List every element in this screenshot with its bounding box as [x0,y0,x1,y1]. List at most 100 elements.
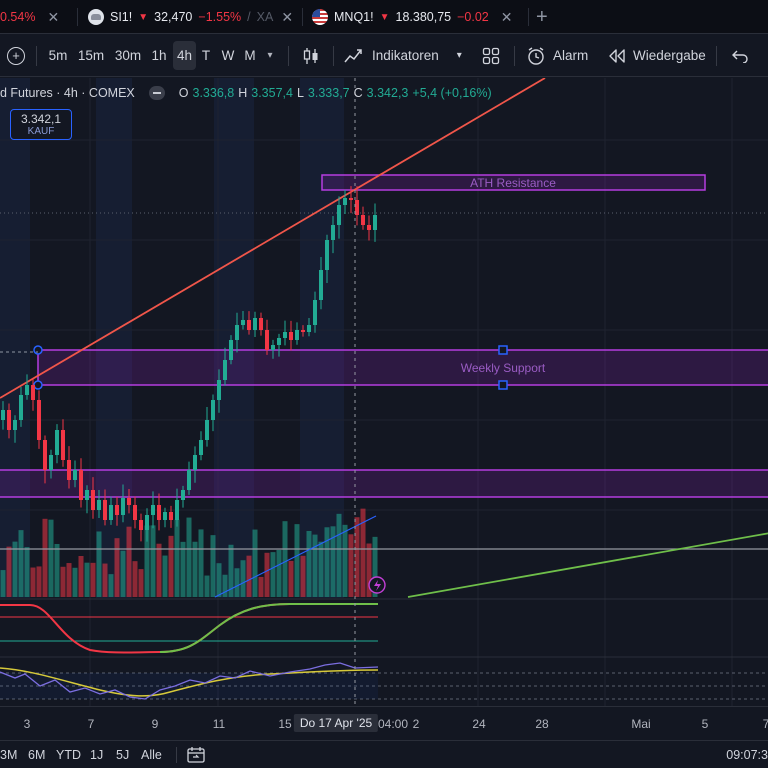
candle-body [13,420,17,430]
interval-15m[interactable]: 15m [76,41,106,70]
volume-bar [198,529,204,597]
chart-canvas[interactable]: ATH Resistance Weekly Support [0,78,768,706]
range-3m[interactable]: 3M [0,748,17,762]
candle-body [307,325,311,332]
candle-body [187,470,191,490]
close-icon[interactable]: ✕ [501,9,513,26]
symbol-legend[interactable]: d Futures · 4h · COMEX O 3.336,8 H 3.357… [0,84,492,102]
volume-bar [174,519,180,597]
range-all[interactable]: Alle [141,748,162,762]
volume-bar [324,527,330,597]
candle-body [361,215,365,225]
candle-body [79,470,83,500]
volume-bar [72,567,78,597]
green-trendline[interactable] [407,532,768,598]
volume-bar [24,547,30,597]
interval-1h[interactable]: 1h [148,41,170,70]
candle-type-button[interactable] [300,41,322,70]
layouts-button[interactable] [480,41,502,70]
range-1y[interactable]: 1J [90,748,103,762]
plus-circle-icon: + [7,46,25,65]
volume-bar [204,575,210,597]
tab-mnq[interactable]: MNQ1! ▼ 18.380,75 −0.02 ✕ [312,0,526,34]
volume-bar [354,517,360,597]
candle-body [283,332,287,338]
new-tab-plus-icon[interactable]: + [536,0,556,34]
close-icon[interactable]: ✕ [47,9,59,26]
interval-month[interactable]: M [241,41,259,70]
alert-button[interactable]: Alarm [526,41,592,70]
interval-4h[interactable]: 4h [173,41,196,70]
drag-handle[interactable] [498,380,508,390]
compare-symbol-button[interactable]: + [6,41,26,70]
candle-body [367,225,371,230]
interval-week[interactable]: W [218,41,238,70]
interval-dropdown-chevron-icon[interactable]: ▾ [263,41,277,70]
goto-date-icon[interactable] [186,746,206,764]
time-axis[interactable]: 3 7 9 11 15 Do 17 Apr '25 04:00 2 24 28 … [0,706,768,740]
volume-bar [294,524,300,597]
drag-handle[interactable] [33,345,43,355]
volume-bar [132,561,138,597]
volume-bar [78,555,84,597]
volume-bar [48,519,54,597]
volume-bar [252,529,258,597]
buy-button[interactable]: 3.342,1 KAUF [10,109,72,140]
indicators-button[interactable]: Indikatoren ▾ [344,41,470,70]
weekly-support-zone[interactable] [37,349,768,386]
alert-label: Alarm [553,48,589,63]
candle-body [181,490,185,500]
tab-gold[interactable]: 0.54% ✕ [0,0,74,34]
candle-body [55,430,59,455]
indicators-label: Indikatoren [372,48,439,63]
candle-body [37,400,41,440]
time-tick: 3 [23,717,31,731]
volume-bar [240,560,246,597]
replay-button[interactable]: Wiedergabe [608,41,706,70]
undo-arrow-icon [732,50,748,63]
range-ytd[interactable]: YTD [56,748,81,762]
range-5y[interactable]: 5J [116,748,129,762]
weekly-support-label: Weekly Support [461,361,546,375]
close-icon[interactable]: ✕ [281,9,293,26]
tab-trail: XA [256,10,274,24]
candle-body [241,320,245,325]
interval-5m[interactable]: 5m [44,41,72,70]
interval-day[interactable]: T [198,41,214,70]
candle-body [313,300,317,325]
time-tick: 7 [762,717,768,731]
candle-body [103,500,107,520]
candle-body [133,505,137,520]
range-6m[interactable]: 6M [28,748,45,762]
volume-bar [102,563,108,597]
drag-handle[interactable] [33,380,43,390]
clock: 09:07:3 [726,748,768,762]
volume-bar [162,555,168,597]
candle-body [235,325,239,340]
candle-body [343,198,347,205]
undo-button[interactable] [730,41,750,70]
tab-silver[interactable]: SI1! ▼ 32,470 −1.55% / XA ✕ [88,0,298,34]
drag-handle[interactable] [498,345,508,355]
volume-bar [258,576,264,597]
candle-body [253,318,257,330]
candle-body [289,332,293,340]
symbol-title[interactable]: d Futures · 4h · COMEX [0,86,135,100]
volume-bar [300,555,306,597]
volume-bar [270,552,276,597]
bottom-toolbar: 3M 6M YTD 1J 5J Alle 09:07:3 [0,740,768,768]
ath-resistance-label: ATH Resistance [470,176,556,190]
chart-pane[interactable]: ATH Resistance Weekly Support [0,78,768,706]
tab-change: 0.54% [0,10,36,24]
support-zone-lower[interactable] [0,469,768,498]
candle-body [85,490,89,500]
candle-body [223,360,227,380]
candle-body [31,385,35,400]
time-tick: 2 [412,717,420,731]
hide-symbol-icon[interactable] [148,86,165,100]
close-key: C [353,86,363,100]
candle-body [151,505,155,515]
interval-30m[interactable]: 30m [112,41,144,70]
down-triangle-icon: ▼ [379,11,390,23]
volume-bar [30,567,36,597]
